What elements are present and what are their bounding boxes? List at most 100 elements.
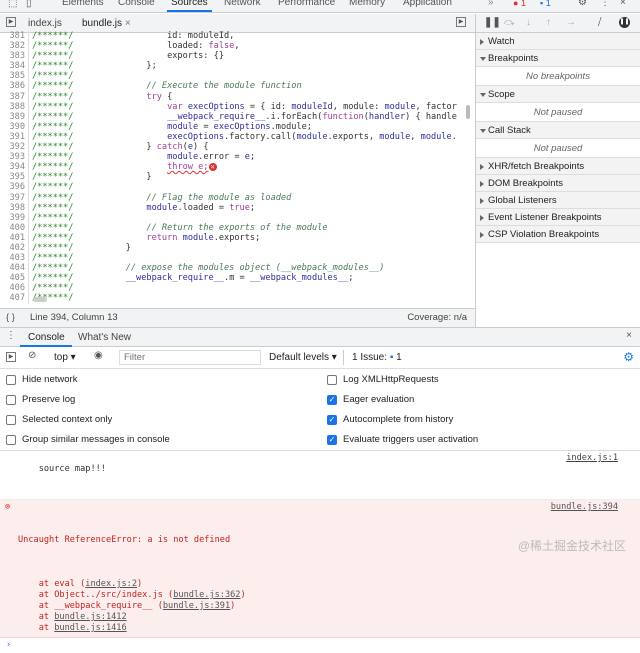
line-number[interactable]: 382 bbox=[0, 41, 29, 52]
line-number[interactable]: 407 bbox=[0, 293, 29, 304]
setting-autocomplete-from-history[interactable]: ✓ Autocomplete from history bbox=[327, 414, 453, 425]
console-prompt[interactable]: › bbox=[0, 638, 640, 653]
more-options-icon[interactable]: ⋮ bbox=[600, 0, 610, 8]
line-number[interactable]: 390 bbox=[0, 121, 29, 132]
line-number[interactable]: 401 bbox=[0, 232, 29, 243]
filter-input[interactable] bbox=[119, 350, 261, 365]
error-source-link[interactable]: bundle.js:394 bbox=[551, 502, 618, 513]
log-source-link[interactable]: index.js:1 bbox=[566, 453, 618, 464]
drawer-tab-console[interactable]: Console bbox=[28, 332, 65, 343]
inspect-icon[interactable]: ⬚ bbox=[8, 0, 17, 9]
line-number[interactable]: 386 bbox=[0, 81, 29, 92]
line-number[interactable]: 384 bbox=[0, 61, 29, 72]
pause-icon[interactable]: ❚❚ bbox=[484, 17, 501, 28]
step-into-icon[interactable]: ↓ bbox=[526, 17, 531, 28]
device-toolbar-icon[interactable]: ▯ bbox=[26, 0, 32, 9]
checkbox[interactable] bbox=[6, 434, 16, 445]
line-number[interactable]: 388 bbox=[0, 101, 29, 112]
toggle-navigator-icon[interactable]: ▶ bbox=[6, 17, 16, 27]
checkbox[interactable]: ✓ bbox=[327, 394, 337, 405]
line-number[interactable]: 383 bbox=[0, 51, 29, 62]
devtools-tab-sources[interactable]: Sources bbox=[167, 0, 212, 12]
drawer-tab-whats-new[interactable]: What's New bbox=[78, 332, 131, 343]
sidebar-section-breakpoints[interactable]: Breakpoints bbox=[476, 50, 640, 67]
line-number[interactable]: 389 bbox=[0, 111, 29, 122]
line-number[interactable]: 405 bbox=[0, 273, 29, 284]
line-number[interactable]: 402 bbox=[0, 242, 29, 254]
stack-frame-link[interactable]: bundle.js:391 bbox=[163, 601, 230, 611]
pause-on-exceptions-icon[interactable]: ❚❚ bbox=[619, 17, 630, 28]
pretty-print-icon[interactable]: { } bbox=[6, 309, 15, 327]
code-editor[interactable]: 381/******/ id: moduleId, 382/******/ loa… bbox=[0, 31, 475, 306]
checkbox[interactable]: ✓ bbox=[327, 434, 337, 445]
line-number[interactable]: 398 bbox=[0, 202, 29, 213]
setting-log-xmlhttprequests[interactable]: Log XMLHttpRequests bbox=[327, 374, 439, 385]
stack-frame-link[interactable]: bundle.js:1412 bbox=[54, 612, 126, 622]
devtools-tab-performance[interactable]: Performance bbox=[278, 0, 335, 8]
line-number[interactable]: 399 bbox=[0, 212, 29, 223]
stack-frame-link[interactable]: bundle.js:362 bbox=[173, 590, 240, 600]
error-counter[interactable]: ● 1 bbox=[513, 0, 526, 8]
sidebar-section-global-listeners[interactable]: Global Listeners bbox=[476, 192, 640, 209]
devtools-tab-memory[interactable]: Memory bbox=[349, 0, 385, 8]
sidebar-section-scope[interactable]: Scope bbox=[476, 86, 640, 103]
issues-button[interactable]: 1 Issue: ▪ 1 bbox=[343, 350, 402, 365]
line-number[interactable]: 400 bbox=[0, 222, 29, 233]
line-number[interactable]: 385 bbox=[0, 71, 29, 82]
devtools-tab-console[interactable]: Console bbox=[118, 0, 155, 8]
deactivate-breakpoints-icon[interactable]: ⧸ bbox=[598, 17, 601, 28]
close-drawer-icon[interactable]: × bbox=[626, 330, 632, 341]
sidebar-section-event-listener-breakpoints[interactable]: Event Listener Breakpoints bbox=[476, 209, 640, 226]
line-number[interactable]: 404 bbox=[0, 263, 29, 274]
line-number[interactable]: 406 bbox=[0, 283, 29, 294]
devtools-tab-network[interactable]: Network bbox=[224, 0, 261, 8]
more-tabs-button[interactable]: » bbox=[488, 0, 494, 8]
step-over-icon[interactable]: ⤼ bbox=[504, 17, 515, 28]
context-select[interactable]: top ▾ bbox=[54, 352, 76, 363]
checkbox[interactable] bbox=[6, 374, 16, 385]
line-number[interactable]: 397 bbox=[0, 192, 29, 203]
checkbox[interactable] bbox=[6, 394, 16, 405]
checkbox[interactable]: ✓ bbox=[327, 414, 337, 425]
sidebar-section-csp-violation-breakpoints[interactable]: CSP Violation Breakpoints bbox=[476, 226, 640, 243]
vertical-scrollbar[interactable] bbox=[466, 105, 470, 119]
line-number[interactable]: 396 bbox=[0, 182, 29, 193]
line-number[interactable]: 387 bbox=[0, 91, 29, 102]
sidebar-section-call-stack[interactable]: Call Stack bbox=[476, 122, 640, 139]
line-number[interactable]: 381 bbox=[0, 31, 29, 42]
line-number[interactable]: 403 bbox=[0, 253, 29, 264]
clear-console-icon[interactable]: ⊘ bbox=[28, 350, 36, 361]
stack-frame-link[interactable]: index.js:2 bbox=[85, 579, 137, 589]
stack-frame-link[interactable]: bundle.js:1416 bbox=[54, 623, 126, 633]
line-number[interactable]: 391 bbox=[0, 131, 29, 143]
log-levels-select[interactable]: Default levels ▾ bbox=[269, 352, 337, 363]
line-number[interactable]: 395 bbox=[0, 172, 29, 183]
toggle-sidebar-icon[interactable]: ▶ bbox=[6, 352, 16, 362]
console-settings-icon[interactable]: ⚙ bbox=[623, 350, 634, 364]
step-icon[interactable]: → bbox=[566, 17, 576, 28]
setting-group-similar-messages-in-console[interactable]: Group similar messages in console bbox=[6, 434, 170, 445]
live-expression-eye-icon[interactable]: ◉ bbox=[94, 350, 103, 361]
setting-preserve-log[interactable]: Preserve log bbox=[6, 394, 75, 405]
setting-eager-evaluation[interactable]: ✓ Eager evaluation bbox=[327, 394, 414, 405]
sidebar-section-dom-breakpoints[interactable]: DOM Breakpoints bbox=[476, 175, 640, 192]
sidebar-section-watch[interactable]: Watch bbox=[476, 33, 640, 50]
setting-selected-context-only[interactable]: Selected context only bbox=[6, 414, 112, 425]
issue-counter[interactable]: ▪ 1 bbox=[540, 0, 551, 8]
checkbox[interactable] bbox=[6, 414, 16, 425]
checkbox[interactable] bbox=[327, 374, 337, 385]
close-tab-icon[interactable]: × bbox=[125, 18, 131, 29]
line-number[interactable]: 394 bbox=[0, 162, 29, 173]
sidebar-section-xhr-fetch-breakpoints[interactable]: XHR/fetch Breakpoints bbox=[476, 158, 640, 175]
line-number[interactable]: 393 bbox=[0, 152, 29, 163]
line-number[interactable]: 392 bbox=[0, 142, 29, 153]
horizontal-scrollbar[interactable] bbox=[33, 297, 47, 302]
devtools-tab-elements[interactable]: Elements bbox=[62, 0, 104, 8]
step-out-icon[interactable]: ↑ bbox=[546, 17, 551, 28]
setting-evaluate-triggers-user-activation[interactable]: ✓ Evaluate triggers user activation bbox=[327, 434, 478, 445]
drawer-menu-icon[interactable]: ⋮ bbox=[6, 330, 16, 341]
toggle-debugger-icon[interactable]: ▶ bbox=[456, 17, 466, 27]
setting-hide-network[interactable]: Hide network bbox=[6, 374, 77, 385]
close-devtools-icon[interactable]: × bbox=[620, 0, 626, 8]
devtools-tab-application[interactable]: Application bbox=[403, 0, 452, 8]
